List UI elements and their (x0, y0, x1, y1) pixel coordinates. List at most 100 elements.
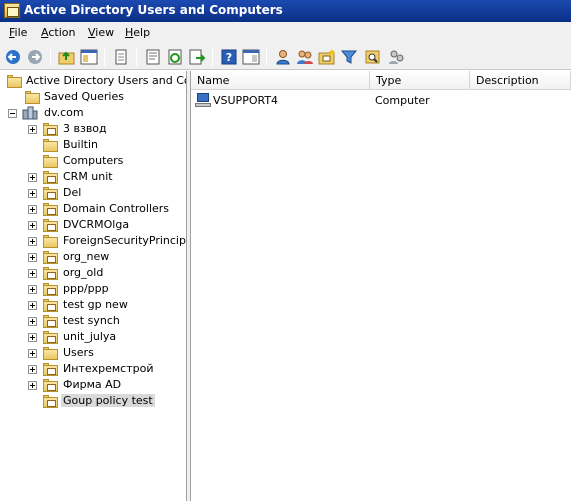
ou-folder-icon (42, 187, 58, 200)
tree-node[interactable]: CRM unit (0, 169, 186, 185)
forward-icon[interactable] (26, 48, 44, 66)
folder-icon (42, 155, 58, 168)
help-icon[interactable]: ? (220, 48, 238, 66)
tree-saved-queries-label: Saved Queries (44, 90, 124, 103)
show-action-pane-icon[interactable] (242, 48, 260, 66)
tree-node[interactable]: 3 взвод (0, 121, 186, 137)
tree-node-label: Интехремстрой (63, 362, 154, 375)
tree-node[interactable]: Goup policy test (0, 393, 186, 409)
menu-action[interactable]: Action (41, 26, 75, 39)
list-item[interactable]: VSUPPORT4 Computer (191, 92, 571, 109)
find-icon[interactable] (364, 48, 382, 66)
tree-node-label: test synch (63, 314, 120, 327)
up-folder-icon[interactable] (58, 48, 76, 66)
tree-node[interactable]: Computers (0, 153, 186, 169)
tree-node-label: ppp/ppp (63, 282, 109, 295)
column-header-description[interactable]: Description (470, 71, 571, 90)
tree-node-label: Del (63, 186, 82, 199)
expand-icon[interactable] (28, 285, 37, 294)
tree-node-label: Goup policy test (61, 394, 155, 407)
folder-icon (42, 347, 58, 360)
ou-folder-icon (42, 379, 58, 392)
expand-icon[interactable] (28, 365, 37, 374)
tree-node[interactable]: ppp/ppp (0, 281, 186, 297)
svg-text:?: ? (226, 51, 232, 64)
ou-folder-icon (42, 315, 58, 328)
ou-folder-icon (42, 283, 58, 296)
domain-icon (22, 106, 38, 120)
export-icon[interactable] (188, 48, 206, 66)
back-icon[interactable] (4, 48, 22, 66)
ou-folder-icon (42, 123, 58, 136)
tree-node[interactable]: org_new (0, 249, 186, 265)
list-item-name: VSUPPORT4 (213, 94, 279, 107)
snapin-icon (6, 75, 22, 88)
expand-icon[interactable] (28, 253, 37, 262)
column-header-type[interactable]: Type (370, 71, 470, 90)
add-to-group-icon[interactable] (388, 48, 406, 66)
ou-folder-icon (42, 363, 58, 376)
expand-icon[interactable] (28, 173, 37, 182)
tree-node[interactable]: test gp new (0, 297, 186, 313)
menu-view[interactable]: View (88, 26, 114, 39)
expand-icon[interactable] (28, 221, 37, 230)
folder-icon (24, 91, 40, 104)
tree-node-label: Фирма AD (63, 378, 122, 391)
tree-node[interactable]: DVCRMOlga (0, 217, 186, 233)
expand-icon[interactable] (28, 349, 37, 358)
column-header-name[interactable]: Name (191, 71, 370, 90)
tree-node[interactable]: Builtin (0, 137, 186, 153)
tree-node[interactable]: org_old (0, 265, 186, 281)
expand-icon[interactable] (28, 317, 37, 326)
tree-node[interactable]: Domain Controllers (0, 201, 186, 217)
ou-folder-icon (42, 219, 58, 232)
expand-icon[interactable] (28, 237, 37, 246)
refresh-icon[interactable] (166, 48, 184, 66)
tree-saved-queries[interactable]: Saved Queries (0, 89, 186, 105)
menu-help[interactable]: Help (125, 26, 150, 39)
tree-domain[interactable]: dv.com (0, 105, 186, 121)
tree-node[interactable]: Интехремстрой (0, 361, 186, 377)
tree-node-label: org_old (63, 266, 104, 279)
tree-root[interactable]: Active Directory Users and Comp (0, 73, 186, 89)
collapse-icon[interactable] (8, 109, 17, 118)
filter-icon[interactable] (340, 48, 358, 66)
tree-node[interactable]: ForeignSecurityPrincipals (0, 233, 186, 249)
expand-icon[interactable] (28, 333, 37, 342)
copy-icon[interactable] (112, 48, 130, 66)
tree-node[interactable]: Del (0, 185, 186, 201)
new-ou-icon[interactable] (318, 48, 336, 66)
menu-bar: File Action View Help (0, 22, 571, 44)
ad-users-computers-icon (4, 3, 20, 18)
toolbar: ? (0, 44, 571, 70)
menu-file[interactable]: File (9, 26, 27, 39)
tree-node[interactable]: Фирма AD (0, 377, 186, 393)
properties-icon[interactable] (144, 48, 162, 66)
expand-icon[interactable] (28, 269, 37, 278)
expand-icon[interactable] (28, 381, 37, 390)
title-bar: Active Directory Users and Computers (0, 0, 571, 22)
list-item-type: Computer (375, 94, 430, 107)
window-title: Active Directory Users and Computers (24, 3, 283, 17)
expand-icon[interactable] (28, 189, 37, 198)
new-user-icon[interactable] (274, 48, 292, 66)
ou-folder-icon (42, 251, 58, 264)
ou-folder-icon (42, 331, 58, 344)
folder-icon (42, 235, 58, 248)
ou-folder-icon (42, 395, 58, 408)
tree-node-label: Computers (63, 154, 124, 167)
show-hide-tree-icon[interactable] (80, 48, 98, 66)
expand-icon[interactable] (28, 301, 37, 310)
tree-node[interactable]: test synch (0, 313, 186, 329)
tree-node[interactable]: Users (0, 345, 186, 361)
tree-node-label: DVCRMOlga (63, 218, 130, 231)
ou-folder-icon (42, 267, 58, 280)
ou-folder-icon (42, 299, 58, 312)
tree-node-label: CRM unit (63, 170, 113, 183)
tree-node-label: unit_julya (63, 330, 117, 343)
expand-icon[interactable] (28, 125, 37, 134)
expand-icon[interactable] (28, 205, 37, 214)
new-group-icon[interactable] (296, 48, 314, 66)
tree-domain-label: dv.com (44, 106, 84, 119)
tree-node[interactable]: unit_julya (0, 329, 186, 345)
